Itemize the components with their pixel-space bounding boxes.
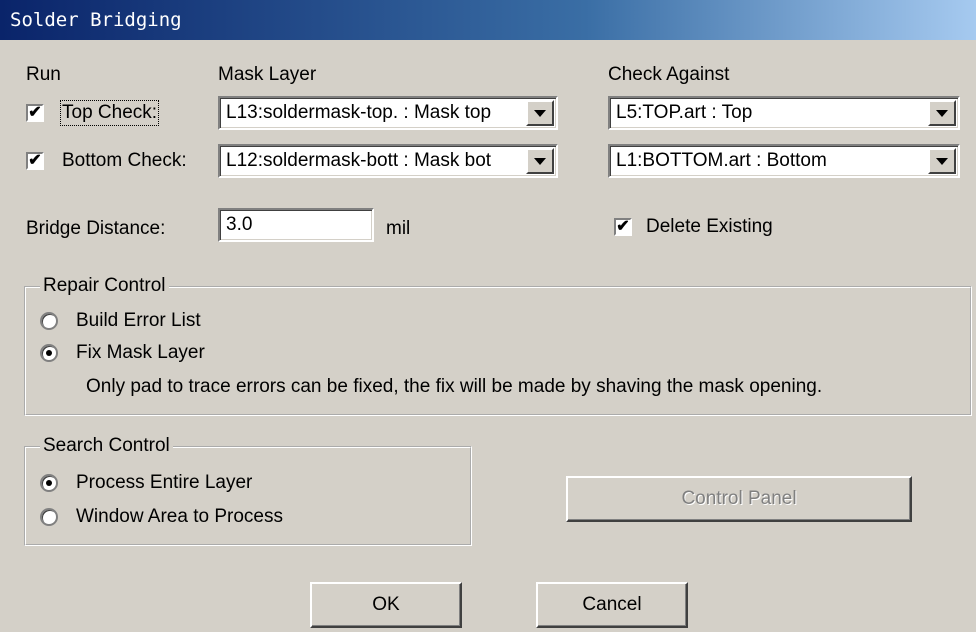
fix-mask-layer-label[interactable]: Fix Mask Layer [76, 342, 205, 364]
bottom-mask-layer-select[interactable]: L12:soldermask-bott : Mask bot [218, 144, 558, 178]
title-bar[interactable]: Solder Bridging [0, 0, 976, 40]
window-area-radio[interactable] [40, 508, 58, 526]
top-check-against-select[interactable]: L5:TOP.art : Top [608, 96, 960, 130]
top-check-label[interactable]: Top Check: [59, 100, 160, 126]
search-control-title: Search Control [40, 435, 173, 457]
repair-control-title: Repair Control [40, 275, 169, 297]
bridge-distance-label: Bridge Distance: [26, 218, 166, 239]
bridge-distance-input[interactable] [218, 208, 374, 242]
window-title: Solder Bridging [10, 9, 182, 31]
chevron-down-icon[interactable] [928, 100, 956, 126]
control-panel-button[interactable]: Control Panel [566, 476, 912, 522]
process-entire-layer-radio[interactable] [40, 474, 58, 492]
build-error-list-radio[interactable] [40, 312, 58, 330]
process-entire-layer-label[interactable]: Process Entire Layer [76, 472, 252, 494]
bottom-check-label[interactable]: Bottom Check: [62, 150, 187, 172]
chevron-down-icon[interactable] [928, 148, 956, 174]
build-error-list-label[interactable]: Build Error List [76, 310, 201, 332]
bottom-check-checkbox[interactable]: ✔ [26, 152, 44, 170]
delete-existing-label[interactable]: Delete Existing [646, 216, 773, 238]
top-check-checkbox[interactable]: ✔ [26, 104, 44, 122]
ok-button[interactable]: OK [310, 582, 462, 628]
bottom-check-against-select[interactable]: L1:BOTTOM.art : Bottom [608, 144, 960, 178]
top-mask-layer-select[interactable]: L13:soldermask-top. : Mask top [218, 96, 558, 130]
search-control-group [24, 446, 472, 546]
repair-note: Only pad to trace errors can be fixed, t… [86, 376, 823, 397]
top-mask-layer-value: L13:soldermask-top. : Mask top [226, 102, 492, 123]
cancel-button[interactable]: Cancel [536, 582, 688, 628]
bottom-mask-layer-value: L12:soldermask-bott : Mask bot [226, 150, 492, 171]
top-check-against-value: L5:TOP.art : Top [616, 102, 753, 123]
check-against-header: Check Against [608, 64, 730, 85]
chevron-down-icon[interactable] [526, 100, 554, 126]
delete-existing-checkbox[interactable]: ✔ [614, 218, 632, 236]
chevron-down-icon[interactable] [526, 148, 554, 174]
run-header: Run [26, 64, 61, 85]
window-area-label[interactable]: Window Area to Process [76, 506, 283, 528]
bottom-check-against-value: L1:BOTTOM.art : Bottom [616, 150, 827, 171]
mask-layer-header: Mask Layer [218, 64, 317, 85]
bridge-distance-unit: mil [386, 218, 411, 239]
fix-mask-layer-radio[interactable] [40, 344, 58, 362]
